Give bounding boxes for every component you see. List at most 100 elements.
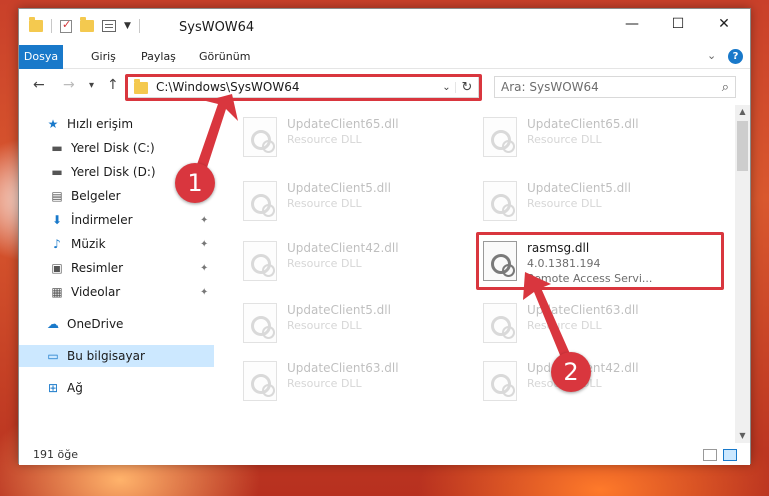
file-explorer-window: ▼ SysWOW64 — ☐ ✕ Dosya Giriş Paylaş Görü… bbox=[18, 8, 751, 465]
status-bar: 191 öğe bbox=[19, 445, 750, 465]
file-name: UpdateClient5.dll bbox=[287, 303, 391, 317]
file-tile[interactable]: UpdateClient42.dll Resource DLL bbox=[237, 237, 467, 293]
file-name: UpdateClient65.dll bbox=[527, 117, 639, 131]
navigation-pane: ★ Hızlı erişim ▬ Yerel Disk (C:) ▬ Yerel… bbox=[19, 111, 214, 441]
pin-icon[interactable]: ✦ bbox=[200, 287, 208, 298]
separator bbox=[138, 19, 140, 33]
pin-icon[interactable]: ✦ bbox=[200, 215, 208, 226]
file-name: UpdateClient5.dll bbox=[287, 181, 391, 195]
file-name: UpdateClient63.dll bbox=[287, 361, 399, 375]
file-name: UpdateClient42.dll bbox=[287, 241, 399, 255]
tab-share[interactable]: Paylaş bbox=[141, 45, 176, 69]
tab-file[interactable]: Dosya bbox=[19, 45, 63, 69]
properties-check-icon[interactable] bbox=[60, 18, 72, 33]
step-badge-1: 1 bbox=[175, 163, 215, 203]
scroll-down-arrow-icon[interactable]: ▼ bbox=[735, 429, 750, 443]
file-highlight-box bbox=[476, 232, 724, 290]
file-description: Resource DLL bbox=[527, 319, 602, 332]
music-icon: ♪ bbox=[53, 237, 61, 251]
file-description: Resource DLL bbox=[287, 319, 362, 332]
customize-toolbar-chevron-down-icon[interactable]: ▼ bbox=[124, 21, 131, 31]
sidebar-item-local-disk-d[interactable]: ▬ Yerel Disk (D:) bbox=[49, 161, 156, 183]
sidebar-item-onedrive[interactable]: ☁ OneDrive bbox=[45, 313, 123, 335]
dll-file-icon bbox=[243, 303, 277, 343]
star-icon: ★ bbox=[47, 117, 59, 131]
sidebar-item-downloads[interactable]: ⬇ İndirmeler bbox=[49, 209, 133, 231]
dll-file-icon bbox=[483, 117, 517, 157]
search-box[interactable]: Ara: SysWOW64 ⌕ bbox=[494, 76, 736, 98]
drive-icon: ▬ bbox=[51, 165, 63, 179]
sidebar-item-quick-access[interactable]: ★ Hızlı erişim bbox=[45, 113, 133, 135]
separator bbox=[51, 19, 52, 33]
step-badge-2: 2 bbox=[551, 352, 591, 392]
search-icon[interactable]: ⌕ bbox=[722, 80, 729, 95]
sidebar-item-label: Videolar bbox=[71, 285, 121, 299]
scroll-thumb[interactable] bbox=[737, 121, 748, 171]
folder-icon bbox=[29, 17, 43, 32]
download-icon: ⬇ bbox=[51, 213, 63, 227]
item-count: 191 öğe bbox=[33, 448, 78, 461]
new-folder-icon[interactable] bbox=[80, 17, 94, 32]
dll-file-icon bbox=[483, 181, 517, 221]
file-description: Resource DLL bbox=[527, 133, 602, 146]
file-description: Resource DLL bbox=[527, 197, 602, 210]
pictures-icon: ▣ bbox=[51, 261, 63, 275]
file-tile[interactable]: UpdateClient65.dll Resource DLL bbox=[477, 113, 707, 169]
vertical-scrollbar[interactable]: ▲ ▼ bbox=[735, 105, 750, 443]
cloud-icon: ☁ bbox=[47, 317, 59, 331]
up-button[interactable]: ↑ bbox=[107, 77, 119, 93]
file-description: Resource DLL bbox=[287, 257, 362, 270]
maximize-button[interactable]: ☐ bbox=[655, 9, 701, 39]
expand-ribbon-chevron-down-icon[interactable]: ⌄ bbox=[707, 49, 716, 62]
dll-file-icon bbox=[483, 303, 517, 343]
title-bar: ▼ SysWOW64 — ☐ ✕ bbox=[19, 9, 750, 45]
sidebar-item-documents[interactable]: ▤ Belgeler bbox=[49, 185, 121, 207]
sidebar-item-music[interactable]: ♪ Müzik bbox=[49, 233, 105, 255]
file-tile[interactable]: UpdateClient65.dll Resource DLL bbox=[237, 113, 467, 169]
sidebar-item-label: Resimler bbox=[71, 261, 124, 275]
close-button[interactable]: ✕ bbox=[701, 9, 747, 39]
file-list: UpdateClient65.dll Resource DLL UpdateCl… bbox=[219, 107, 734, 441]
large-icons-view-icon[interactable] bbox=[723, 449, 737, 461]
file-name: UpdateClient63.dll bbox=[527, 303, 639, 317]
sidebar-item-pictures[interactable]: ▣ Resimler bbox=[49, 257, 123, 279]
sidebar-item-local-disk-c[interactable]: ▬ Yerel Disk (C:) bbox=[49, 137, 154, 159]
file-tile[interactable]: UpdateClient63.dll Resource DLL bbox=[477, 299, 707, 355]
sidebar-item-this-pc[interactable]: ▭ Bu bilgisayar bbox=[19, 345, 214, 367]
file-tile[interactable]: UpdateClient5.dll Resource DLL bbox=[477, 177, 707, 233]
quick-access-toolbar: ▼ bbox=[29, 17, 140, 33]
pin-icon[interactable]: ✦ bbox=[200, 263, 208, 274]
computer-icon: ▭ bbox=[47, 349, 59, 363]
window-title: SysWOW64 bbox=[179, 20, 255, 35]
file-tile[interactable]: UpdateClient5.dll Resource DLL bbox=[237, 299, 467, 355]
sidebar-item-label: Ağ bbox=[67, 381, 83, 395]
file-tile[interactable]: UpdateClient42.dll Resource DLL bbox=[477, 357, 707, 413]
address-highlight-box bbox=[125, 74, 482, 101]
pin-icon[interactable]: ✦ bbox=[200, 239, 208, 250]
sidebar-item-videos[interactable]: ▦ Videolar bbox=[49, 281, 120, 303]
file-description: Resource DLL bbox=[287, 197, 362, 210]
file-tile[interactable]: UpdateClient5.dll Resource DLL bbox=[237, 177, 467, 233]
back-button[interactable]: ← bbox=[33, 77, 45, 93]
recent-locations-button[interactable]: ▾ bbox=[89, 80, 94, 91]
sidebar-item-network[interactable]: ⊞ Ağ bbox=[45, 377, 83, 399]
network-icon: ⊞ bbox=[47, 381, 59, 395]
forward-button[interactable]: → bbox=[63, 77, 75, 93]
help-icon[interactable]: ? bbox=[728, 49, 743, 64]
file-tile[interactable]: UpdateClient63.dll Resource DLL bbox=[237, 357, 467, 413]
scroll-up-arrow-icon[interactable]: ▲ bbox=[735, 105, 750, 119]
properties-icon[interactable] bbox=[102, 20, 116, 32]
tab-home[interactable]: Giriş bbox=[91, 45, 116, 69]
tab-view[interactable]: Görünüm bbox=[199, 45, 250, 69]
details-view-icon[interactable] bbox=[703, 449, 717, 461]
dll-file-icon bbox=[243, 361, 277, 401]
sidebar-item-label: Yerel Disk (D:) bbox=[71, 165, 156, 179]
file-name: UpdateClient5.dll bbox=[527, 181, 631, 195]
search-input[interactable]: Ara: SysWOW64 bbox=[501, 80, 599, 94]
documents-icon: ▤ bbox=[51, 189, 63, 203]
dll-file-icon bbox=[243, 181, 277, 221]
sidebar-item-label: Belgeler bbox=[71, 189, 121, 203]
sidebar-item-label: Hızlı erişim bbox=[67, 117, 134, 131]
file-description: Resource DLL bbox=[287, 377, 362, 390]
minimize-button[interactable]: — bbox=[609, 9, 655, 39]
